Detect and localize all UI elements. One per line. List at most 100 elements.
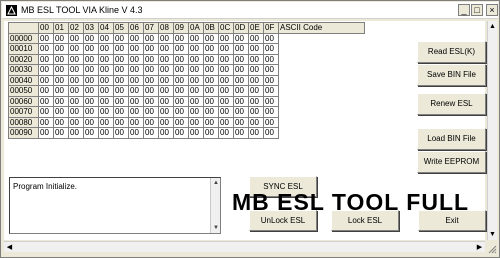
hex-cell[interactable]: 00	[128, 127, 144, 139]
grid-row[interactable]: 00050 00 00 00 00 00 00 00 00 00 00 00 00 00 00 00 00	[8, 85, 365, 97]
hex-cell[interactable]: 00	[53, 95, 69, 107]
hex-cell[interactable]: 00	[173, 116, 189, 128]
hex-cell[interactable]: 00	[173, 74, 189, 86]
maximize-button[interactable]: □	[471, 4, 483, 16]
hex-cell[interactable]: 00	[188, 106, 204, 118]
hex-cell[interactable]: 00	[218, 53, 234, 65]
hex-cell[interactable]: 00	[38, 32, 54, 44]
hex-cell[interactable]: 00	[233, 116, 249, 128]
hex-cell[interactable]: 00	[98, 127, 114, 139]
grid-row[interactable]: 00030 00 00 00 00 00 00 00 00 00 00 00 00 00 00 00 00	[8, 64, 365, 76]
hex-cell[interactable]: 00	[83, 32, 99, 44]
hex-cell[interactable]: 00	[143, 95, 159, 107]
hex-cell[interactable]: 00	[233, 74, 249, 86]
hex-cell[interactable]: 00	[188, 95, 204, 107]
hex-cell[interactable]: 00	[218, 127, 234, 139]
hex-cell[interactable]: 00	[188, 116, 204, 128]
hex-cell[interactable]: 00	[233, 127, 249, 139]
hex-cell[interactable]: 00	[38, 85, 54, 97]
hex-cell[interactable]: 00	[113, 127, 129, 139]
hex-cell[interactable]: 00	[113, 32, 129, 44]
hex-cell[interactable]: 00	[98, 74, 114, 86]
hex-cell[interactable]: 00	[53, 116, 69, 128]
hex-cell[interactable]: 00	[128, 95, 144, 107]
hex-cell[interactable]: 00	[158, 116, 174, 128]
hex-cell[interactable]: 00	[83, 116, 99, 128]
hex-cell[interactable]: 00	[173, 106, 189, 118]
hex-cell[interactable]: 00	[203, 106, 219, 118]
hex-cell[interactable]: 00	[263, 95, 279, 107]
hex-cell[interactable]: 00	[38, 74, 54, 86]
hex-cell[interactable]: 00	[113, 116, 129, 128]
hex-cell[interactable]: 00	[53, 32, 69, 44]
scroll-up-icon[interactable]: ▲	[488, 22, 497, 31]
grid-row[interactable]: 00060 00 00 00 00 00 00 00 00 00 00 00 00 00 00 00 00	[8, 95, 365, 107]
hex-cell[interactable]: 00	[233, 43, 249, 55]
hex-cell[interactable]: 00	[173, 32, 189, 44]
hex-cell[interactable]: 00	[68, 53, 84, 65]
hex-cell[interactable]: 00	[263, 53, 279, 65]
hex-cell[interactable]: 00	[113, 85, 129, 97]
hex-cell[interactable]: 00	[188, 85, 204, 97]
hex-cell[interactable]: 00	[113, 95, 129, 107]
hex-cell[interactable]: 00	[53, 64, 69, 76]
hex-cell[interactable]: 00	[188, 43, 204, 55]
hex-cell[interactable]: 00	[173, 85, 189, 97]
hex-cell[interactable]: 00	[83, 74, 99, 86]
hex-cell[interactable]: 00	[38, 64, 54, 76]
hex-cell[interactable]: 00	[143, 116, 159, 128]
scroll-down-icon[interactable]: ▼	[212, 224, 220, 232]
hex-cell[interactable]: 00	[203, 64, 219, 76]
hex-cell[interactable]: 00	[158, 43, 174, 55]
hex-cell[interactable]: 00	[203, 53, 219, 65]
scroll-right-icon[interactable]: ▶	[475, 243, 484, 252]
renew-esl-button[interactable]: Renew ESL	[417, 93, 486, 115]
hex-cell[interactable]: 00	[173, 127, 189, 139]
hex-cell[interactable]: 00	[203, 127, 219, 139]
hex-cell[interactable]: 00	[128, 53, 144, 65]
hex-cell[interactable]: 00	[248, 116, 264, 128]
hex-cell[interactable]: 00	[128, 32, 144, 44]
hex-cell[interactable]: 00	[68, 95, 84, 107]
grid-row[interactable]: 00090 00 00 00 00 00 00 00 00 00 00 00 00 00 00 00 00	[8, 127, 365, 139]
hex-cell[interactable]: 00	[143, 127, 159, 139]
hex-cell[interactable]: 00	[188, 53, 204, 65]
hex-cell[interactable]: 00	[218, 106, 234, 118]
hex-cell[interactable]: 00	[203, 116, 219, 128]
hex-cell[interactable]: 00	[263, 32, 279, 44]
hex-cell[interactable]: 00	[173, 53, 189, 65]
hex-cell[interactable]: 00	[143, 74, 159, 86]
hex-cell[interactable]: 00	[263, 85, 279, 97]
hex-cell[interactable]: 00	[248, 64, 264, 76]
hex-cell[interactable]: 00	[233, 106, 249, 118]
hex-cell[interactable]: 00	[98, 106, 114, 118]
hex-cell[interactable]: 00	[203, 74, 219, 86]
hex-cell[interactable]: 00	[68, 106, 84, 118]
hex-cell[interactable]: 00	[98, 64, 114, 76]
hex-cell[interactable]: 00	[158, 74, 174, 86]
hex-cell[interactable]: 00	[263, 74, 279, 86]
hex-cell[interactable]: 00	[98, 53, 114, 65]
hex-cell[interactable]: 00	[248, 85, 264, 97]
hex-cell[interactable]: 00	[218, 116, 234, 128]
hex-cell[interactable]: 00	[248, 32, 264, 44]
hex-cell[interactable]: 00	[248, 127, 264, 139]
hex-grid[interactable]: 00 01 02 03 04 05 06 07 08 09 0A 0B 0C 0…	[8, 22, 365, 139]
hex-cell[interactable]: 00	[233, 85, 249, 97]
grid-row[interactable]: 00010 00 00 00 00 00 00 00 00 00 00 00 00 00 00 00 00	[8, 43, 365, 55]
grid-row[interactable]: 00020 00 00 00 00 00 00 00 00 00 00 00 00 00 00 00 00	[8, 53, 365, 65]
hex-cell[interactable]: 00	[83, 127, 99, 139]
hex-cell[interactable]: 00	[203, 32, 219, 44]
hex-cell[interactable]: 00	[143, 64, 159, 76]
hex-cell[interactable]: 00	[218, 32, 234, 44]
hex-cell[interactable]: 00	[113, 43, 129, 55]
read-esl-button[interactable]: Read ESL(K)	[417, 41, 486, 63]
hex-cell[interactable]: 00	[128, 64, 144, 76]
hex-cell[interactable]: 00	[113, 53, 129, 65]
hex-cell[interactable]: 00	[128, 116, 144, 128]
hex-cell[interactable]: 00	[38, 43, 54, 55]
hex-cell[interactable]: 00	[158, 32, 174, 44]
hex-cell[interactable]: 00	[38, 127, 54, 139]
hex-cell[interactable]: 00	[53, 43, 69, 55]
hex-cell[interactable]: 00	[38, 116, 54, 128]
